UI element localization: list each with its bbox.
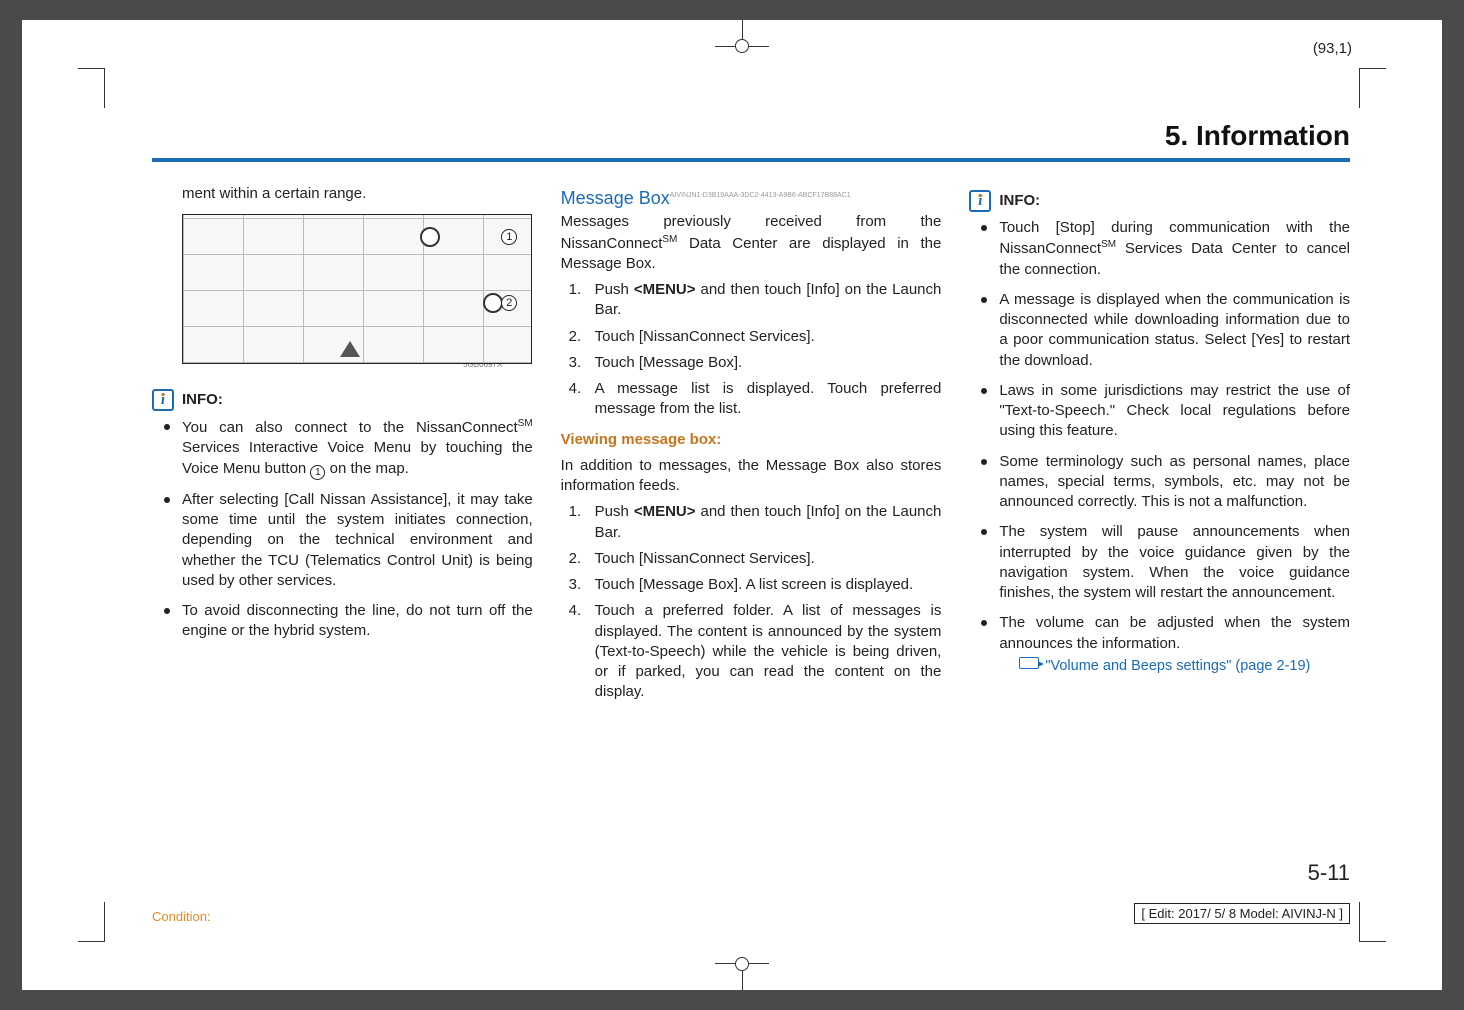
list-item: The system will pause announcements when… [969, 522, 1350, 603]
column-3: INFO: Touch [Stop] during communication … [969, 184, 1350, 711]
subsection-heading-text: Message Box [561, 188, 670, 208]
intro-text: Messages previously received from the Ni… [561, 212, 942, 274]
cross-reference: "Volume and Beeps settings" (page 2-19) [999, 656, 1350, 677]
list-item: Touch a preferred folder. A list of mess… [561, 601, 942, 702]
sub-intro-text: In addition to messages, the Message Box… [561, 456, 942, 497]
page-number: 5-11 [1308, 860, 1350, 886]
condition-label: Condition: [152, 909, 211, 924]
columns: ment within a certain range. 1 2 5GB0697… [152, 184, 1350, 711]
cropmark [78, 68, 104, 69]
info-icon [969, 190, 991, 212]
map-vehicle-icon [340, 341, 360, 357]
section-heading: 5. Information [152, 120, 1350, 158]
reference-text: "Volume and Beeps settings" (page 2-19) [1045, 658, 1310, 674]
cropmark [1360, 68, 1386, 69]
column-1: ment within a certain range. 1 2 5GB0697… [152, 184, 533, 711]
info-bullet-list: Touch [Stop] during communication with t… [969, 218, 1350, 676]
list-item: A message list is displayed. Touch prefe… [561, 379, 942, 420]
list-item-text: You can also connect to the Nissan­Conne… [182, 419, 533, 477]
info-label: INFO: [182, 390, 223, 410]
info-callout: INFO: [969, 190, 1350, 212]
info-bullet-list: You can also connect to the Nissan­Conne… [152, 417, 533, 642]
list-item: Touch [Stop] during communication with t… [969, 218, 1350, 280]
map-callout-2: 2 [501, 295, 517, 311]
map-marker-icon [420, 227, 440, 247]
section-rule [152, 158, 1350, 162]
column-2: Message BoxAIVINJN1-D3B19AAA-3DC2-4413-A… [561, 184, 942, 711]
continuation-text: ment within a certain range. [182, 184, 533, 204]
list-item: Touch [Message Box]. A list screen is di… [561, 575, 942, 595]
map-callout-1: 1 [501, 229, 517, 245]
circled-number-icon: 1 [310, 465, 325, 480]
list-item: Laws in some jurisdictions may restrict … [969, 381, 1350, 442]
list-item: Push <MENU> and then touch [Info] on the… [561, 280, 942, 321]
page-coord: (93,1) [1313, 40, 1352, 57]
page-content: 5. Information ment within a certain ran… [152, 120, 1350, 930]
guid-code: AIVINJN1-D3B19AAA-3DC2-4413-A9B6-ABCF17B… [670, 191, 851, 200]
list-item: Touch [NissanConnect Services]. [561, 327, 942, 347]
cropmark [1360, 941, 1386, 942]
list-item: After selecting [Call Nissan Assistance]… [152, 490, 533, 591]
steps-list-b: Push <MENU> and then touch [Info] on the… [561, 502, 942, 702]
cropmark-circle-icon [735, 39, 749, 53]
list-item: You can also connect to the Nissan­Conne… [152, 417, 533, 480]
list-item: Touch [Message Box]. [561, 353, 942, 373]
list-item: Push <MENU> and then touch [Info] on the… [561, 502, 942, 543]
list-item: Touch [NissanConnect Services]. [561, 549, 942, 569]
list-item: A message is displayed when the communic… [969, 290, 1350, 371]
sub-heading: Viewing message box: [561, 430, 942, 450]
steps-list-a: Push <MENU> and then touch [Info] on the… [561, 280, 942, 420]
list-item: To avoid disconnecting the line, do not … [152, 601, 533, 642]
map-illustration: 1 2 [182, 214, 532, 364]
info-label: INFO: [999, 191, 1040, 211]
cropmark [104, 902, 105, 942]
list-item: The volume can be adjusted when the syst… [969, 613, 1350, 676]
cropmark [1359, 902, 1360, 942]
cropmark [104, 68, 105, 108]
cropmark-circle-icon [735, 957, 749, 971]
print-sheet: (93,1) 5. Information ment within a cert… [22, 20, 1442, 990]
cropmark [1359, 68, 1360, 108]
subsection-heading: Message BoxAIVINJN1-D3B19AAA-3DC2-4413-A… [561, 186, 942, 210]
info-icon [152, 389, 174, 411]
cropmark [78, 941, 104, 942]
edit-info: [ Edit: 2017/ 5/ 8 Model: AIVINJ-N ] [1134, 903, 1350, 924]
list-item: Some terminology such as personal names,… [969, 452, 1350, 513]
info-callout: INFO: [152, 389, 533, 411]
list-item-text: The volume can be adjusted when the syst… [999, 614, 1350, 651]
reference-icon [1019, 657, 1039, 669]
